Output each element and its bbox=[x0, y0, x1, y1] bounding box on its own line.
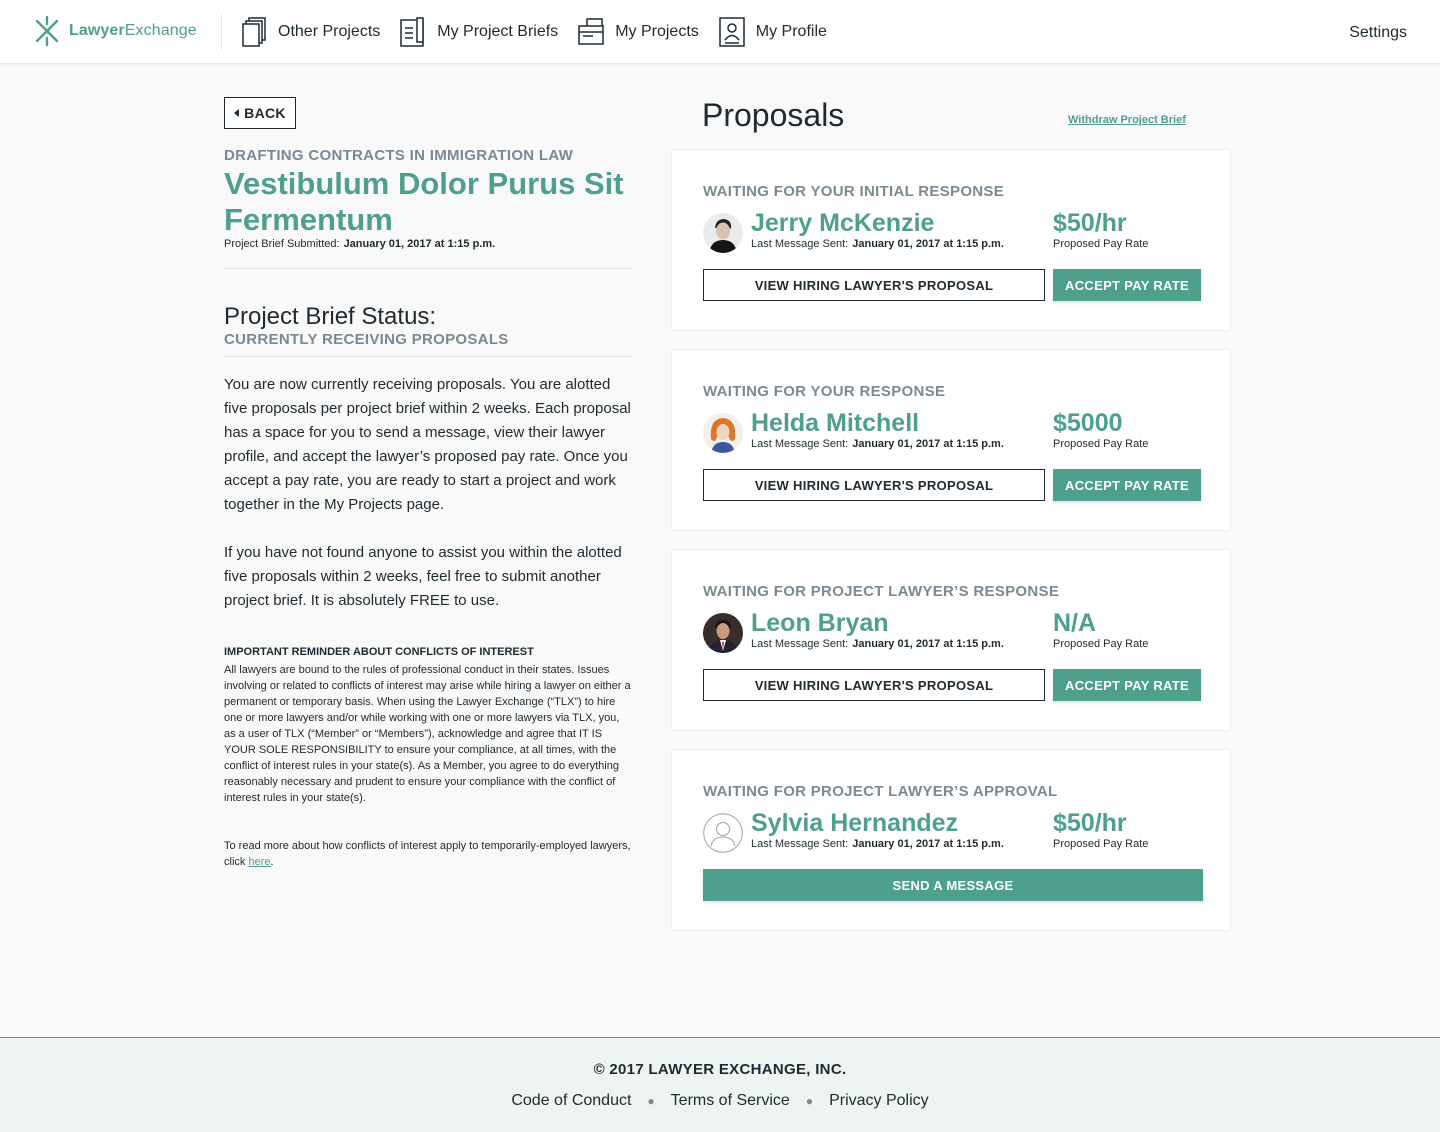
last-message: Last Message Sent: January 01, 2017 at 1:… bbox=[751, 238, 1004, 250]
lawyer-name[interactable]: Leon Bryan bbox=[751, 609, 889, 638]
reminder-more: To read more about how conflicts of inte… bbox=[224, 840, 631, 868]
submitted-label: Project Brief Submitted: bbox=[224, 238, 340, 250]
avatar-woman-icon bbox=[703, 413, 743, 453]
footer-link-terms[interactable]: Terms of Service bbox=[671, 1092, 790, 1110]
reminder-heading: IMPORTANT REMINDER ABOUT CONFLICTS OF IN… bbox=[224, 646, 534, 658]
lawyer-name[interactable]: Helda Mitchell bbox=[751, 409, 919, 438]
last-message: Last Message Sent: January 01, 2017 at 1:… bbox=[751, 838, 1004, 850]
divider bbox=[224, 268, 632, 269]
pay-label: Proposed Pay Rate bbox=[1053, 438, 1149, 450]
nav-my-projects[interactable]: My Projects bbox=[577, 16, 699, 48]
avatar-man-icon bbox=[703, 213, 743, 253]
pay-label: Proposed Pay Rate bbox=[1053, 638, 1149, 650]
footer: © 2017 LAWYER EXCHANGE, INC. Code of Con… bbox=[0, 1037, 1440, 1132]
view-proposal-button[interactable]: VIEW HIRING LAWYER'S PROPOSAL bbox=[703, 469, 1045, 501]
status-heading: Project Brief Status: bbox=[224, 303, 437, 330]
proposal-status: WAITING FOR PROJECT LAWYER’S RESPONSE bbox=[703, 583, 1060, 600]
nav-other-projects[interactable]: Other Projects bbox=[240, 16, 380, 48]
nav-label: My Projects bbox=[615, 23, 699, 40]
avatar[interactable] bbox=[703, 813, 743, 853]
brief-submitted: Project Brief Submitted: January 01, 2017… bbox=[224, 238, 495, 250]
footer-link-code-of-conduct[interactable]: Code of Conduct bbox=[511, 1092, 631, 1110]
profile-card-icon bbox=[719, 17, 745, 47]
proposal-status: WAITING FOR YOUR INITIAL RESPONSE bbox=[703, 183, 1005, 200]
avatar[interactable] bbox=[703, 413, 743, 453]
status-description: You are now currently receiving proposal… bbox=[224, 376, 631, 513]
accept-pay-rate-button[interactable]: ACCEPT PAY RATE bbox=[1053, 269, 1201, 301]
proposed-pay: N/A bbox=[1053, 609, 1097, 637]
last-message: Last Message Sent: January 01, 2017 at 1:… bbox=[751, 438, 1004, 450]
avatar[interactable] bbox=[703, 213, 743, 253]
reminder-here-link[interactable]: here bbox=[248, 856, 270, 868]
back-label: BACK bbox=[244, 105, 286, 121]
proposal-card: WAITING FOR YOUR INITIAL RESPONSE Jerry … bbox=[671, 149, 1231, 331]
proposed-pay: $50/hr bbox=[1053, 209, 1127, 237]
send-message-button[interactable]: SEND A MESSAGE bbox=[703, 869, 1203, 901]
avatar-man-suit-icon bbox=[703, 613, 743, 653]
nav-label: My Project Briefs bbox=[437, 23, 559, 40]
separator-dot: ● bbox=[805, 1094, 814, 1108]
accept-pay-rate-button[interactable]: ACCEPT PAY RATE bbox=[1053, 469, 1201, 501]
pay-label: Proposed Pay Rate bbox=[1053, 838, 1149, 850]
reminder-more-text: To read more about how conflicts of inte… bbox=[224, 840, 631, 868]
status-note: If you have not found anyone to assist y… bbox=[224, 544, 622, 609]
main-nav: Other Projects My Project Briefs My Proj… bbox=[240, 16, 846, 48]
proposed-pay: $5000 bbox=[1053, 409, 1123, 437]
avatar-placeholder-icon bbox=[703, 813, 743, 853]
status-value: CURRENTLY RECEIVING PROPOSALS bbox=[224, 331, 509, 348]
last-message: Last Message Sent: January 01, 2017 at 1:… bbox=[751, 638, 1004, 650]
brand-logo[interactable]: LawyerExchange bbox=[33, 15, 197, 47]
copyright: © 2017 LAWYER EXCHANGE, INC. bbox=[593, 1061, 847, 1078]
nav-label: Other Projects bbox=[278, 23, 381, 40]
footer-link-privacy[interactable]: Privacy Policy bbox=[829, 1092, 929, 1110]
brief-document-icon bbox=[400, 17, 425, 47]
reminder-body: All lawyers are bound to the rules of pr… bbox=[224, 664, 631, 804]
brand-name: LawyerExchange bbox=[69, 22, 197, 39]
back-button[interactable]: BACK bbox=[224, 97, 296, 129]
proposal-card: WAITING FOR PROJECT LAWYER’S APPROVAL Sy… bbox=[671, 749, 1231, 931]
folder-icon bbox=[578, 18, 604, 45]
proposal-card: WAITING FOR YOUR RESPONSE Helda Mitchell… bbox=[671, 349, 1231, 531]
brief-title: Vestibulum Dolor Purus Sit Fermentum bbox=[224, 166, 624, 237]
proposal-status: WAITING FOR YOUR RESPONSE bbox=[703, 383, 946, 400]
proposals-title: Proposals bbox=[702, 97, 845, 133]
separator-dot: ● bbox=[647, 1094, 655, 1108]
accept-pay-rate-button[interactable]: ACCEPT PAY RATE bbox=[1053, 669, 1201, 701]
top-navigation-bar: LawyerExchange Other Projects My Project… bbox=[0, 0, 1440, 64]
nav-my-profile[interactable]: My Profile bbox=[718, 16, 827, 48]
avatar[interactable] bbox=[703, 613, 743, 653]
lawyer-name[interactable]: Jerry McKenzie bbox=[751, 209, 934, 238]
proposal-card: WAITING FOR PROJECT LAWYER’S RESPONSE Le… bbox=[671, 549, 1231, 731]
proposed-pay: $50/hr bbox=[1053, 809, 1127, 837]
nav-label: My Profile bbox=[755, 23, 827, 40]
settings-link[interactable]: Settings bbox=[1349, 24, 1407, 42]
documents-stack-icon bbox=[242, 17, 266, 47]
proposal-status: WAITING FOR PROJECT LAWYER’S APPROVAL bbox=[703, 783, 1058, 800]
submitted-date: January 01, 2017 at 1:15 p.m. bbox=[343, 238, 496, 250]
pay-label: Proposed Pay Rate bbox=[1053, 238, 1149, 250]
view-proposal-button[interactable]: VIEW HIRING LAWYER'S PROPOSAL bbox=[703, 269, 1045, 301]
lawyer-name[interactable]: Sylvia Hernandez bbox=[751, 809, 958, 838]
nav-my-project-briefs[interactable]: My Project Briefs bbox=[399, 16, 558, 48]
lawyer-exchange-logo-icon bbox=[35, 15, 59, 47]
brief-category: DRAFTING CONTRACTS IN IMMIGRATION LAW bbox=[224, 147, 574, 164]
footer-links: Code of Conduct ● Terms of Service ● Pri… bbox=[0, 1092, 1440, 1110]
header-divider bbox=[221, 14, 222, 50]
view-proposal-button[interactable]: VIEW HIRING LAWYER'S PROPOSAL bbox=[703, 669, 1045, 701]
divider bbox=[224, 356, 632, 357]
caret-left-icon bbox=[234, 109, 240, 117]
withdraw-brief-link[interactable]: Withdraw Project Brief bbox=[1068, 114, 1186, 126]
